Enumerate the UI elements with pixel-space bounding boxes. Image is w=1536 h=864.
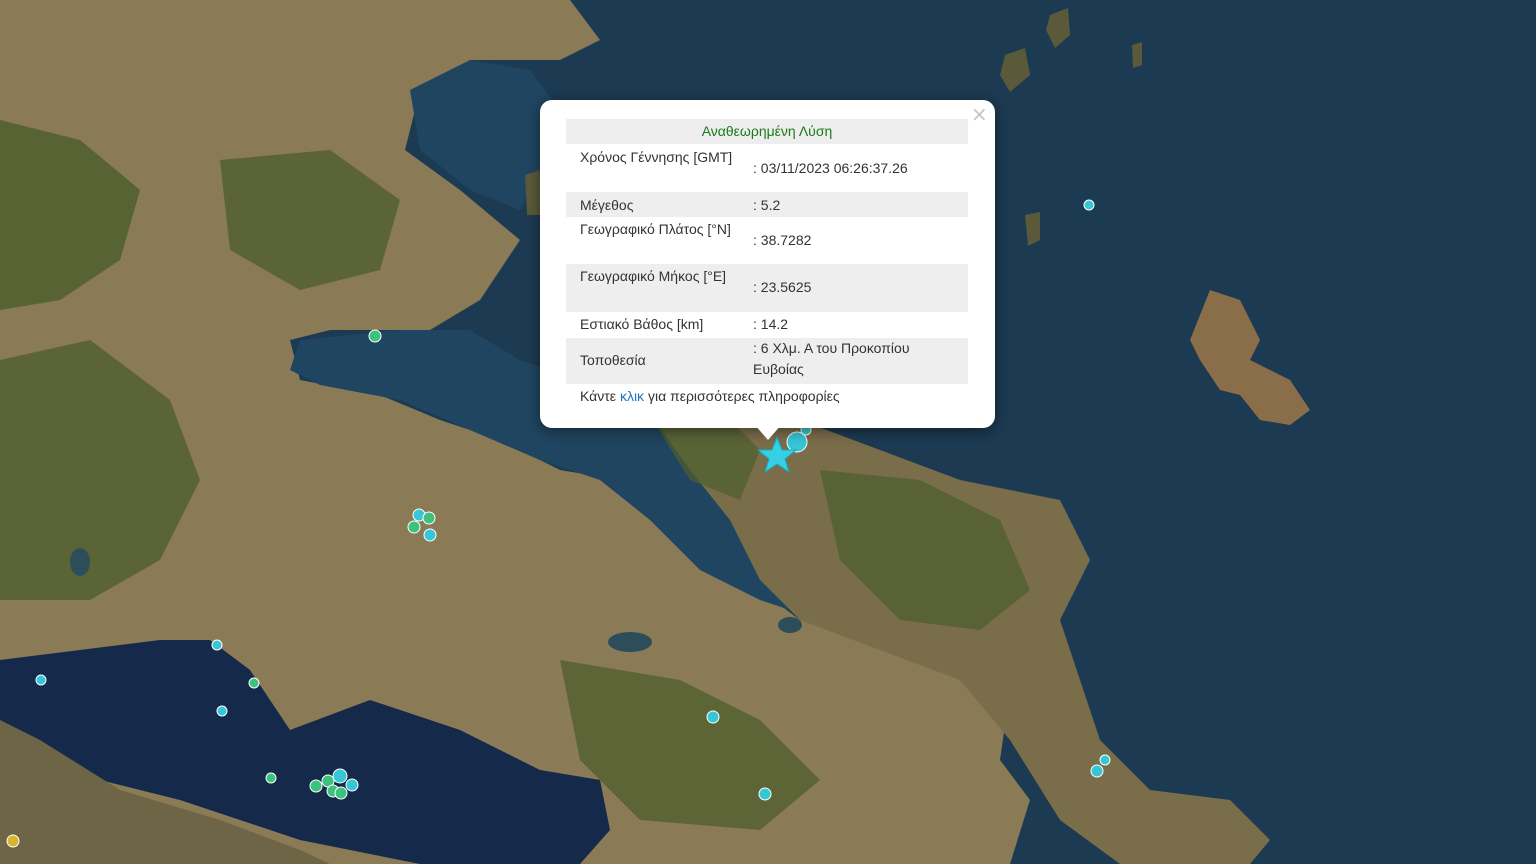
more-info-prefix: Κάντε — [580, 388, 617, 404]
info-row-magnitude: Μέγεθος : 5.2 — [566, 192, 968, 217]
earthquake-marker[interactable] — [332, 768, 348, 784]
earthquake-marker[interactable] — [6, 834, 20, 848]
earthquake-marker[interactable] — [334, 786, 348, 800]
earthquake-marker[interactable] — [407, 520, 421, 534]
row-label: Τοποθεσία — [580, 352, 646, 368]
earthquake-marker[interactable] — [216, 705, 228, 717]
earthquake-marker[interactable] — [248, 677, 260, 689]
sporades-islet — [1132, 42, 1142, 68]
row-label: Μέγεθος — [580, 197, 634, 213]
earthquake-marker[interactable] — [345, 778, 359, 792]
earthquake-marker[interactable] — [706, 710, 720, 724]
info-row-depth: Εστιακό Βάθος [km] : 14.2 — [566, 312, 968, 338]
row-value: : 5.2 — [753, 197, 781, 213]
row-label: Εστιακό Βάθος [km] — [580, 316, 704, 332]
info-row-longitude: Γεωγραφικό Μήκος [°E] : 23.5625 — [566, 264, 968, 312]
earthquake-marker[interactable] — [1083, 199, 1095, 211]
earthquake-marker[interactable] — [309, 779, 323, 793]
earthquake-marker[interactable] — [758, 787, 772, 801]
earthquake-marker[interactable] — [1099, 754, 1111, 766]
row-value: : 38.7282 — [753, 232, 812, 248]
close-icon[interactable]: × — [971, 104, 988, 124]
row-value: : 23.5625 — [753, 279, 812, 295]
info-row-origin-time: Χρόνος Γέννησης [GMT] : 03/11/2023 06:26… — [566, 144, 968, 192]
more-info-line: Κάντε κλικ για περισσότερες πληροφορίες — [580, 386, 840, 406]
row-value: : 14.2 — [753, 316, 789, 332]
more-info-suffix: για περισσότερες πληροφορίες — [647, 388, 840, 404]
row-label: Γεωγραφικό Μήκος [°E] — [580, 268, 727, 284]
earthquake-info-popup: × Αναθεωρημένη Λύση Χρόνος Γέννησης [GMT… — [540, 100, 995, 428]
lake — [778, 617, 802, 633]
row-label: Χρόνος Γέννησης [GMT] — [580, 149, 733, 165]
popup-title: Αναθεωρημένη Λύση — [566, 119, 968, 144]
lake — [608, 632, 652, 652]
sporades-islet — [525, 170, 540, 215]
more-info-link[interactable]: κλικ — [620, 388, 644, 404]
earthquake-marker[interactable] — [422, 511, 436, 525]
earthquake-marker[interactable] — [35, 674, 47, 686]
earthquake-marker[interactable] — [368, 329, 382, 343]
earthquake-marker[interactable] — [423, 528, 437, 542]
popup-pointer — [754, 424, 782, 440]
info-row-location: Τοποθεσία : 6 Χλμ. Α του Προκοπίου Ευβοί… — [566, 338, 968, 384]
row-value: : 03/11/2023 06:26:37.26 — [753, 160, 908, 176]
row-label: Γεωγραφικό Πλάτος [°N] — [580, 221, 731, 237]
row-value: : 6 Χλμ. Α του Προκοπίου Ευβοίας — [753, 340, 910, 377]
lake — [70, 548, 90, 576]
earthquake-marker[interactable] — [265, 772, 277, 784]
info-row-latitude: Γεωγραφικό Πλάτος [°N] : 38.7282 — [566, 217, 968, 264]
earthquake-marker[interactable] — [1090, 764, 1104, 778]
earthquake-marker[interactable] — [211, 639, 223, 651]
